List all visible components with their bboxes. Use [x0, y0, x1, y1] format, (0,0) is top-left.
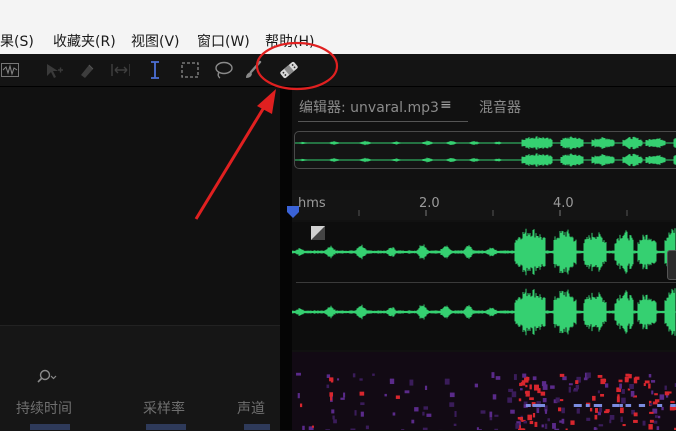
- highlight-circle: [257, 43, 337, 89]
- annotation-arrow-shaft: [196, 104, 266, 219]
- annotation-arrow-head: [257, 89, 276, 114]
- annotation-overlay: [0, 0, 676, 430]
